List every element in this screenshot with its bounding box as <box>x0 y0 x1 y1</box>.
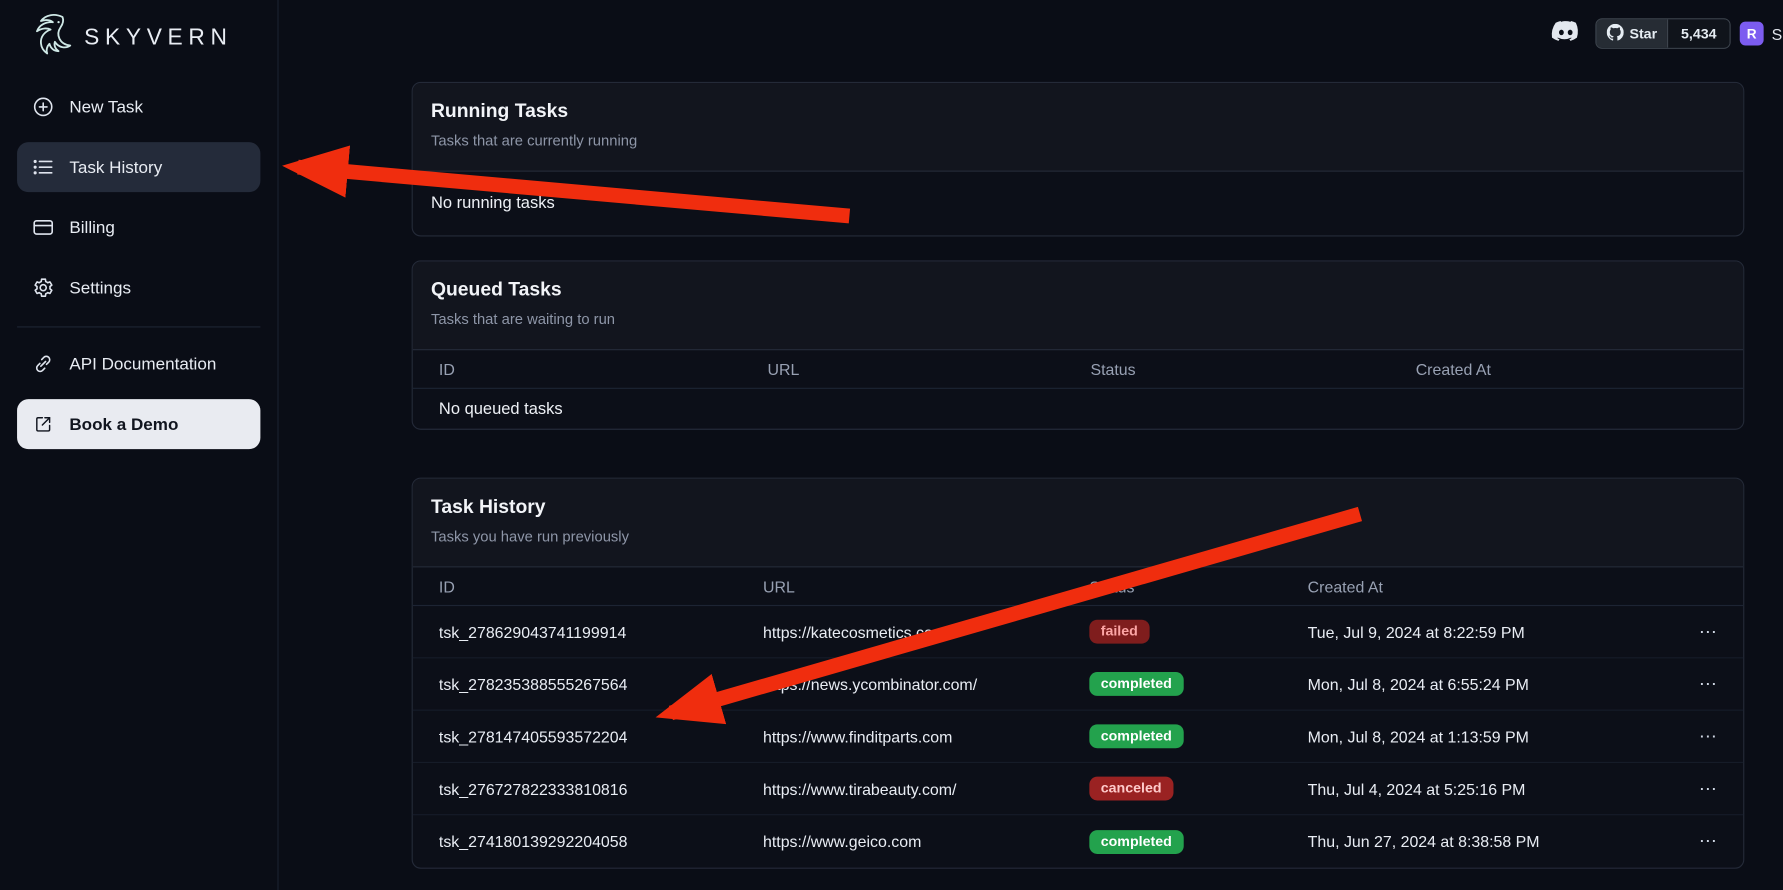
sidebar-item-api-documentation[interactable]: API Documentation <box>17 339 260 389</box>
column-header-created-at: Created At <box>1308 577 1744 595</box>
skyvern-dragon-icon <box>27 11 72 64</box>
status-badge: failed <box>1089 620 1149 644</box>
sidebar-item-settings[interactable]: Settings <box>17 263 260 313</box>
row-menu-button[interactable]: ⋯ <box>1675 725 1743 748</box>
status-badge: canceled <box>1089 777 1173 801</box>
row-menu-button[interactable]: ⋯ <box>1675 830 1743 853</box>
card-title: Task History <box>431 496 1725 519</box>
queued-tasks-empty-state: No queued tasks <box>413 389 1743 429</box>
column-header-url: URL <box>763 577 1089 595</box>
task-id: tsk_278235388555267564 <box>439 675 763 693</box>
sidebar-item-billing[interactable]: Billing <box>17 202 260 252</box>
queued-table-header: ID URL Status Created At <box>413 350 1743 389</box>
sidebar-item-label: Book a Demo <box>69 414 178 433</box>
task-created-at: Mon, Jul 8, 2024 at 6:55:24 PM <box>1308 675 1675 693</box>
card-subtitle: Tasks that are waiting to run <box>431 310 1725 327</box>
user-name-label: S <box>1772 25 1783 43</box>
task-created-at: Thu, Jul 4, 2024 at 5:25:16 PM <box>1308 779 1675 797</box>
link-icon <box>32 353 55 376</box>
column-header-id: ID <box>439 360 768 378</box>
row-menu-button[interactable]: ⋯ <box>1675 673 1743 696</box>
task-url: https://news.ycombinator.com/ <box>763 675 1089 693</box>
sidebar-item-label: Task History <box>69 157 162 176</box>
sidebar-item-label: API Documentation <box>69 354 216 373</box>
task-url: https://www.finditparts.com <box>763 727 1089 745</box>
task-created-at: Tue, Jul 9, 2024 at 8:22:59 PM <box>1308 623 1675 641</box>
task-id: tsk_278629043741199914 <box>439 623 763 641</box>
sidebar: SKYVERN New Task Task History Billing <box>0 0 279 890</box>
running-tasks-card: Running Tasks Tasks that are currently r… <box>412 82 1745 237</box>
main-content: Running Tasks Tasks that are currently r… <box>412 82 1745 869</box>
task-history-header: Task History Tasks you have run previous… <box>413 479 1743 568</box>
table-row[interactable]: tsk_278235388555267564 https://news.ycom… <box>413 658 1743 710</box>
sidebar-nav: New Task Task History Billing <box>17 82 260 460</box>
running-tasks-empty-state: No running tasks <box>413 172 1743 236</box>
column-header-id: ID <box>439 577 763 595</box>
topbar: Star 5,434 R S <box>279 0 1783 68</box>
app-window: SKYVERN New Task Task History Billing <box>0 0 1783 890</box>
column-header-url: URL <box>768 360 1091 378</box>
external-link-icon <box>32 413 55 436</box>
history-table-header: ID URL Status Created At <box>413 567 1743 606</box>
task-url: https://www.geico.com <box>763 832 1089 850</box>
queued-tasks-header: Queued Tasks Tasks that are waiting to r… <box>413 262 1743 351</box>
list-icon <box>32 156 55 179</box>
task-id: tsk_278147405593572204 <box>439 727 763 745</box>
github-star-count: 5,434 <box>1667 19 1729 47</box>
row-menu-button[interactable]: ⋯ <box>1675 620 1743 643</box>
status-badge: completed <box>1089 672 1183 696</box>
brand-logo: SKYVERN <box>27 11 232 64</box>
sidebar-item-task-history[interactable]: Task History <box>17 142 260 192</box>
status-badge: completed <box>1089 724 1183 748</box>
sidebar-item-label: Billing <box>69 218 115 237</box>
sidebar-item-label: New Task <box>69 97 143 116</box>
task-history-card: Task History Tasks you have run previous… <box>412 478 1745 869</box>
user-avatar[interactable]: R <box>1740 22 1764 46</box>
github-star-label: Star <box>1629 26 1657 42</box>
plus-circle-icon <box>32 96 55 119</box>
sidebar-item-book-a-demo[interactable]: Book a Demo <box>17 399 260 449</box>
gear-icon <box>32 276 55 299</box>
brand-name: SKYVERN <box>84 25 232 51</box>
card-subtitle: Tasks you have run previously <box>431 528 1725 545</box>
task-created-at: Thu, Jun 27, 2024 at 8:38:58 PM <box>1308 832 1675 850</box>
card-subtitle: Tasks that are currently running <box>431 132 1725 149</box>
sidebar-item-label: Settings <box>69 278 131 297</box>
card-title: Running Tasks <box>431 100 1725 123</box>
running-tasks-header: Running Tasks Tasks that are currently r… <box>413 83 1743 172</box>
sidebar-divider <box>17 326 260 327</box>
task-url: https://katecosmetics.com <box>763 623 1089 641</box>
billing-card-icon <box>32 216 55 239</box>
row-menu-button[interactable]: ⋯ <box>1675 777 1743 800</box>
column-header-status: Status <box>1089 577 1307 595</box>
github-star-widget[interactable]: Star 5,434 <box>1595 18 1730 49</box>
task-id: tsk_274180139292204058 <box>439 832 763 850</box>
table-row[interactable]: tsk_274180139292204058 https://www.geico… <box>413 815 1743 867</box>
discord-icon[interactable] <box>1550 19 1582 49</box>
table-row[interactable]: tsk_278629043741199914 https://katecosme… <box>413 606 1743 658</box>
task-created-at: Mon, Jul 8, 2024 at 1:13:59 PM <box>1308 727 1675 745</box>
task-id: tsk_276727822333810816 <box>439 779 763 797</box>
table-row[interactable]: tsk_276727822333810816 https://www.tirab… <box>413 763 1743 815</box>
queued-tasks-card: Queued Tasks Tasks that are waiting to r… <box>412 260 1745 429</box>
column-header-created-at: Created At <box>1416 360 1743 378</box>
column-header-status: Status <box>1090 360 1415 378</box>
status-badge: completed <box>1089 830 1183 854</box>
github-icon <box>1607 23 1624 43</box>
sidebar-item-new-task[interactable]: New Task <box>17 82 260 132</box>
table-row[interactable]: tsk_278147405593572204 https://www.findi… <box>413 711 1743 763</box>
card-title: Queued Tasks <box>431 279 1725 302</box>
task-url: https://www.tirabeauty.com/ <box>763 779 1089 797</box>
